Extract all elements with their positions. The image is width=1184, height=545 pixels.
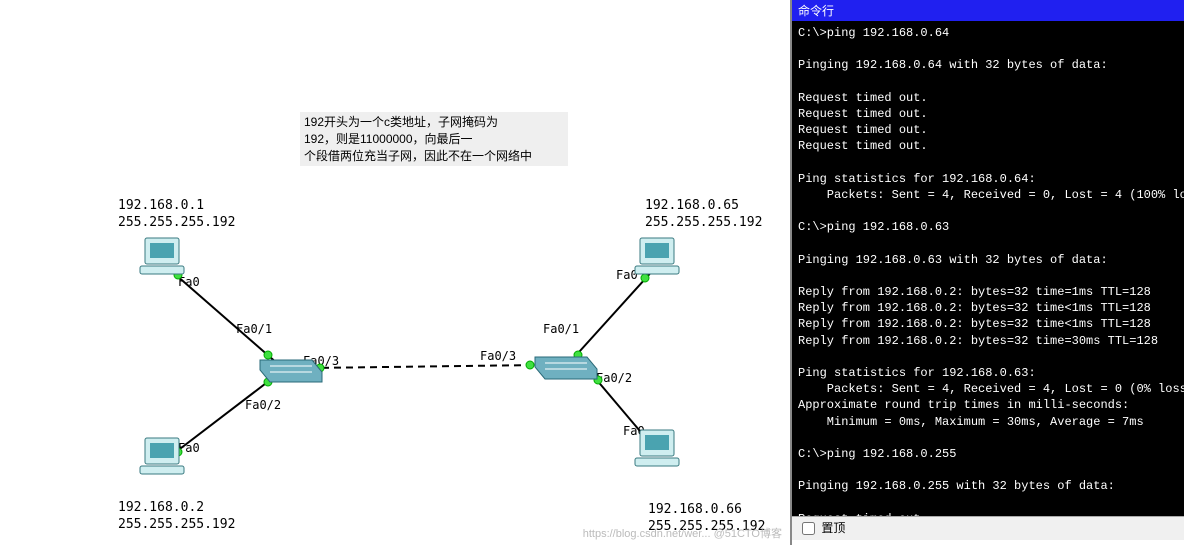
link (570, 268, 655, 362)
trunk-link (310, 365, 540, 368)
pc-top-right-icon[interactable] (635, 238, 679, 274)
stay-on-top-label: 置顶 (821, 521, 845, 535)
cli-panel: 命令行 C:\>ping 192.168.0.64 Pinging 192.16… (790, 0, 1184, 545)
cli-titlebar[interactable]: 命令行 (792, 0, 1184, 21)
pc-top-left-icon[interactable] (140, 238, 184, 274)
topology-canvas[interactable]: 192开头为一个c类地址，子网掩码为 192，则是11000000，向最后一 个… (0, 0, 790, 545)
cli-terminal[interactable]: C:\>ping 192.168.0.64 Pinging 192.168.0.… (792, 21, 1184, 516)
link (168, 374, 278, 458)
stay-on-top-checkbox[interactable] (802, 522, 815, 535)
watermark: https://blog.csdn.net/wer... @51CTO博客 (583, 525, 782, 541)
pc-bottom-left-icon[interactable] (140, 438, 184, 474)
cli-footer: 置顶 (792, 516, 1184, 540)
pc-bottom-right-icon[interactable] (635, 430, 679, 466)
switch-right-icon[interactable] (535, 357, 597, 379)
switch-left-icon[interactable] (260, 360, 322, 382)
link (168, 268, 278, 364)
